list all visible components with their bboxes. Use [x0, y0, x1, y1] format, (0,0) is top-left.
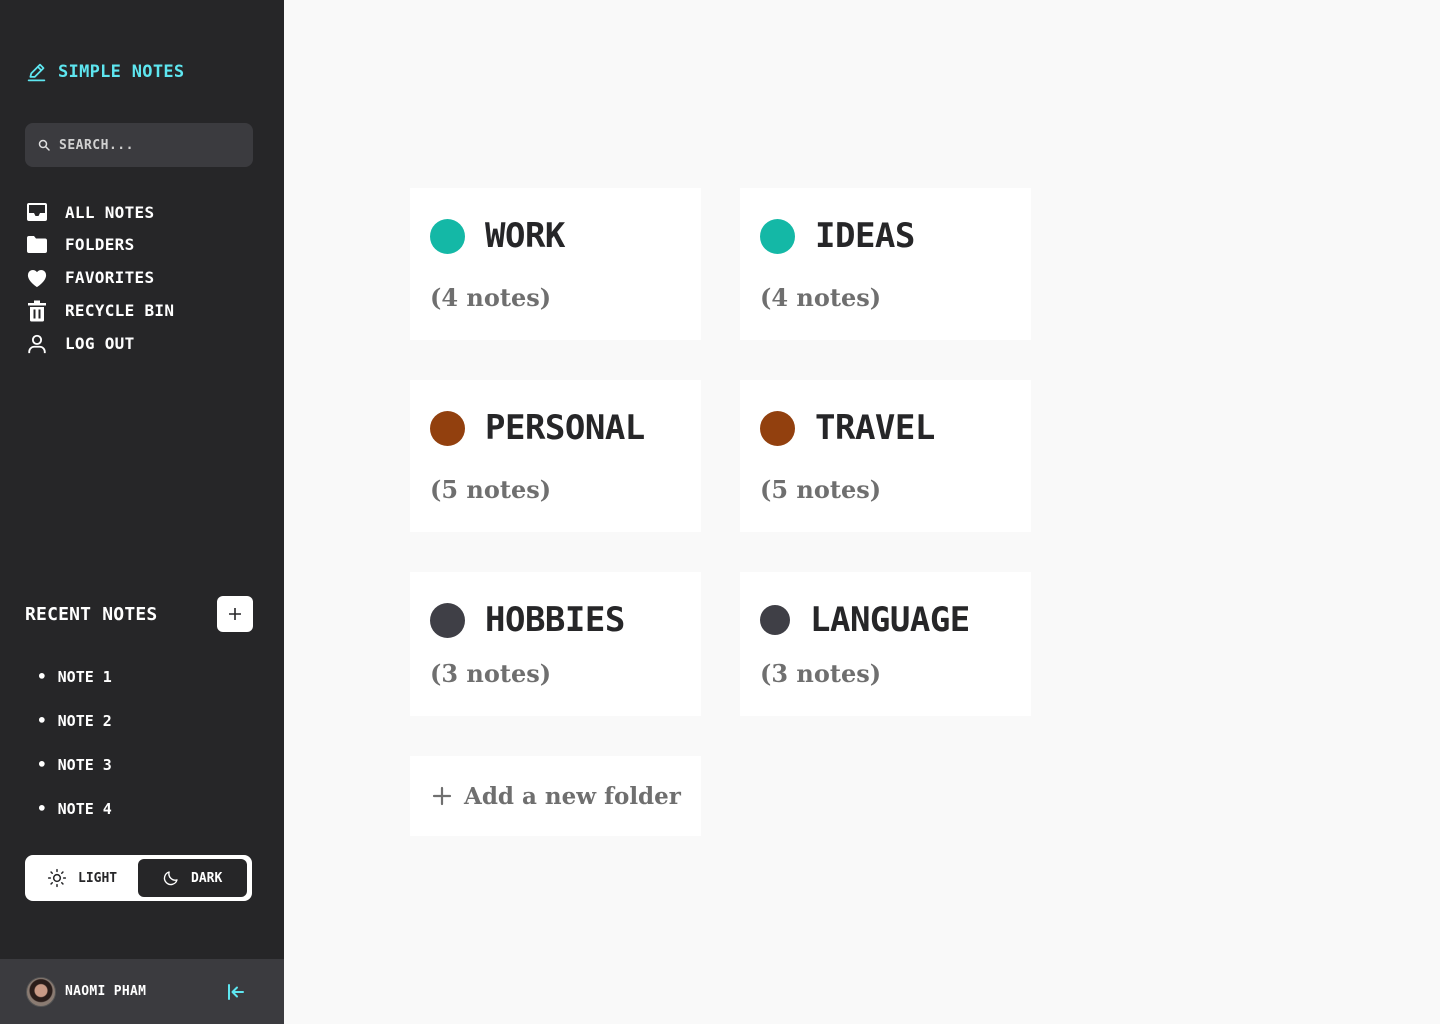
recent-notes-list: • NOTE 1 • NOTE 2 • NOTE 3 • NOTE 4	[37, 664, 112, 840]
add-folder-label: Add a new folder	[464, 782, 681, 810]
folder-note-count: (3 notes)	[760, 659, 882, 688]
plus-icon	[432, 786, 452, 806]
user-icon	[26, 333, 48, 355]
search-icon	[38, 139, 50, 151]
plus-icon	[229, 608, 241, 620]
folder-color-dot	[430, 603, 465, 638]
folder-color-dot	[760, 411, 795, 446]
moon-icon	[163, 871, 178, 886]
inbox-icon	[26, 201, 48, 223]
theme-light-label: LIGHT	[78, 870, 118, 886]
folder-note-count: (4 notes)	[430, 283, 552, 312]
sun-icon	[47, 868, 67, 888]
sidebar: SIMPLE NOTES ALL NOTES FOLDERS FAVORITES	[0, 0, 284, 1024]
folder-card-language[interactable]: LANGUAGE (3 notes)	[740, 572, 1031, 716]
theme-light-option[interactable]: LIGHT	[29, 859, 138, 897]
avatar[interactable]	[26, 976, 56, 1007]
sidebar-item-label: LOG OUT	[65, 334, 135, 353]
folder-color-dot	[430, 411, 465, 446]
folder-card-work[interactable]: WORK (4 notes)	[410, 188, 701, 340]
search-input[interactable]	[59, 137, 229, 153]
trash-icon	[26, 300, 48, 322]
sidebar-item-label: FOLDERS	[65, 235, 135, 254]
folder-color-dot	[760, 605, 790, 635]
folder-name: PERSONAL	[485, 408, 645, 448]
theme-toggle: LIGHT DARK	[25, 855, 252, 901]
folder-note-count: (3 notes)	[430, 659, 552, 688]
app-brand[interactable]: SIMPLE NOTES	[26, 60, 184, 84]
folder-note-count: (4 notes)	[760, 283, 882, 312]
folder-card-hobbies[interactable]: HOBBIES (3 notes)	[410, 572, 701, 716]
folder-name: LANGUAGE	[810, 600, 970, 640]
folder-card-personal[interactable]: PERSONAL (5 notes)	[410, 380, 701, 532]
recent-note-item[interactable]: • NOTE 3	[37, 752, 112, 796]
add-folder-button[interactable]: Add a new folder	[410, 756, 701, 836]
sidebar-item-label: FAVORITES	[65, 268, 155, 287]
app-title: SIMPLE NOTES	[58, 62, 185, 82]
collapse-sidebar-icon[interactable]	[226, 983, 246, 1001]
sidebar-item-label: RECYCLE BIN	[65, 301, 175, 320]
recent-notes-title: RECENT NOTES	[25, 603, 158, 625]
folder-note-count: (5 notes)	[760, 475, 882, 504]
search-box[interactable]	[25, 123, 253, 167]
recent-note-item[interactable]: • NOTE 4	[37, 796, 112, 840]
user-name: NAOMI PHAM	[65, 984, 147, 999]
theme-dark-option[interactable]: DARK	[138, 859, 247, 897]
folder-color-dot	[760, 219, 795, 254]
recent-note-item[interactable]: • NOTE 1	[37, 664, 112, 708]
folder-name: WORK	[485, 216, 565, 256]
folder-name: IDEAS	[815, 216, 915, 256]
folder-card-ideas[interactable]: IDEAS (4 notes)	[740, 188, 1031, 340]
folder-note-count: (5 notes)	[430, 475, 552, 504]
sidebar-nav: ALL NOTES FOLDERS FAVORITES RECYCLE BIN …	[26, 196, 256, 360]
recent-note-item[interactable]: • NOTE 2	[37, 708, 112, 752]
pencil-icon	[27, 63, 46, 81]
recent-notes-header: RECENT NOTES	[25, 596, 253, 632]
sidebar-item-label: ALL NOTES	[65, 202, 155, 222]
heart-icon	[26, 267, 48, 289]
theme-dark-label: DARK	[191, 870, 223, 886]
user-bar: NAOMI PHAM	[0, 959, 284, 1024]
folder-name: TRAVEL	[815, 408, 935, 448]
folder-card-travel[interactable]: TRAVEL (5 notes)	[740, 380, 1031, 532]
add-note-button[interactable]	[217, 596, 253, 632]
folder-icon	[26, 234, 48, 256]
folder-name: HOBBIES	[485, 600, 625, 640]
folder-color-dot	[430, 219, 465, 254]
